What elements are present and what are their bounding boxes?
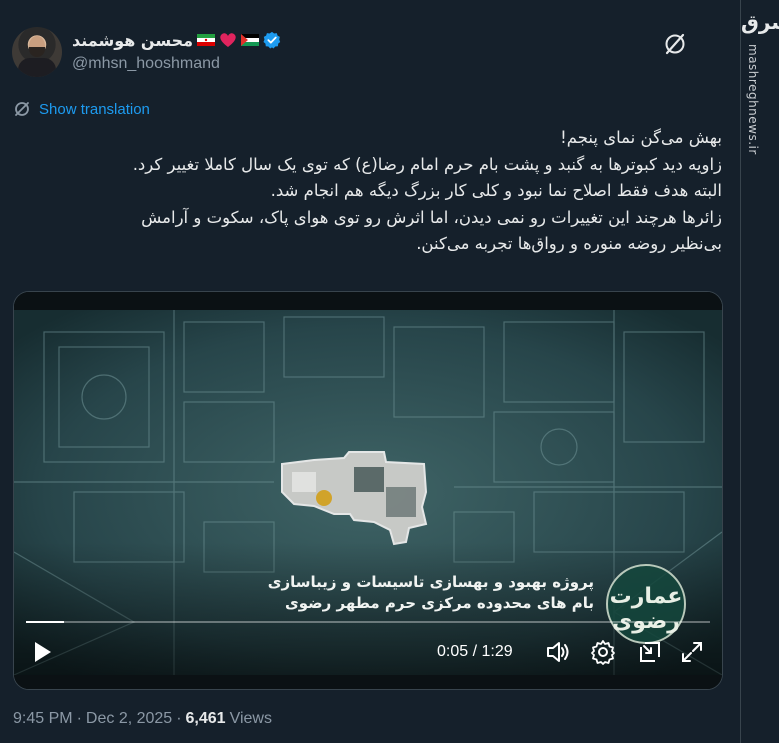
tweet-line: بهش می‌گن نمای پنجم! <box>560 128 722 147</box>
display-name[interactable]: محسن هوشمند <box>72 31 193 50</box>
verified-badge-icon <box>263 31 281 49</box>
video-player[interactable]: پروژه بهبود و بهسازی تاسیسات و زیباسازی … <box>13 291 723 690</box>
progress-bar[interactable] <box>26 621 710 623</box>
iran-flag-icon <box>197 34 216 46</box>
tweet-date[interactable]: Dec 2, 2025 <box>86 710 172 728</box>
caption-line: پروژه بهبود و بهسازی تاسیسات و زیباسازی <box>267 573 594 591</box>
tweet-line: بی‌نظیر روضه منوره و رواق‌ها تجربه می‌کن… <box>416 234 722 253</box>
tweet-time[interactable]: 9:45 PM <box>13 710 73 728</box>
views-label: Views <box>229 710 272 727</box>
tweet-line: البته هدف فقط اصلاح نما نبود و کلی کار ب… <box>270 181 722 200</box>
grok-icon[interactable] <box>661 30 689 58</box>
red-heart-icon <box>220 33 236 47</box>
tweet-text: بهش می‌گن نمای پنجم! زاویه دید کبوترها ب… <box>17 125 722 258</box>
tweet-header: محسن هوشمند @mhsn_hooshmand <box>72 28 572 76</box>
progress-fill <box>26 621 65 623</box>
picture-in-picture-icon[interactable] <box>636 638 664 666</box>
separator-dot: · <box>76 710 82 727</box>
name-line: محسن هوشمند <box>72 28 572 52</box>
video-caption: پروژه بهبود و بهسازی تاسیسات و زیباسازی … <box>254 572 594 614</box>
tweet-line: زائرها هرچند این تغییرات رو نمی دیدن، ام… <box>141 207 722 227</box>
mashregh-logo: مشرق <box>741 10 779 34</box>
seal-text: عمارت رضوی <box>609 584 683 634</box>
volume-icon[interactable] <box>544 638 572 666</box>
tweet-line: زاویه دید کبوترها به گنبد و پشت بام حرم … <box>132 154 722 174</box>
site-watermark: mashreghnews.ir <box>746 44 760 155</box>
settings-gear-icon[interactable] <box>589 638 617 666</box>
emarat-razavi-logo: عمارت رضوی <box>606 564 686 644</box>
caption-line: بام های محدوده مرکزی حرم مطهر رضوی <box>285 594 594 612</box>
avatar[interactable] <box>12 27 62 77</box>
show-translation-button[interactable]: Show translation <box>13 100 150 118</box>
site-watermark-rail: مشرق mashreghnews.ir <box>740 0 779 743</box>
separator-dot: · <box>176 710 182 727</box>
palestine-flag-icon <box>241 34 260 46</box>
tweet-post: محسن هوشمند @mhsn_hooshmand Show transla… <box>0 0 740 743</box>
show-translation-label: Show translation <box>39 100 150 118</box>
play-icon[interactable] <box>28 638 56 666</box>
views-count: 6,461 <box>185 710 226 727</box>
handle[interactable]: @mhsn_hooshmand <box>72 55 572 73</box>
video-controls: 0:05 / 1:29 <box>14 638 722 674</box>
fullscreen-icon[interactable] <box>678 638 706 666</box>
tweet-meta: 9:45 PM · Dec 2, 2025 · 6,461 Views <box>13 710 272 728</box>
grok-translate-icon <box>15 102 29 116</box>
video-time: 0:05 / 1:29 <box>437 643 513 660</box>
